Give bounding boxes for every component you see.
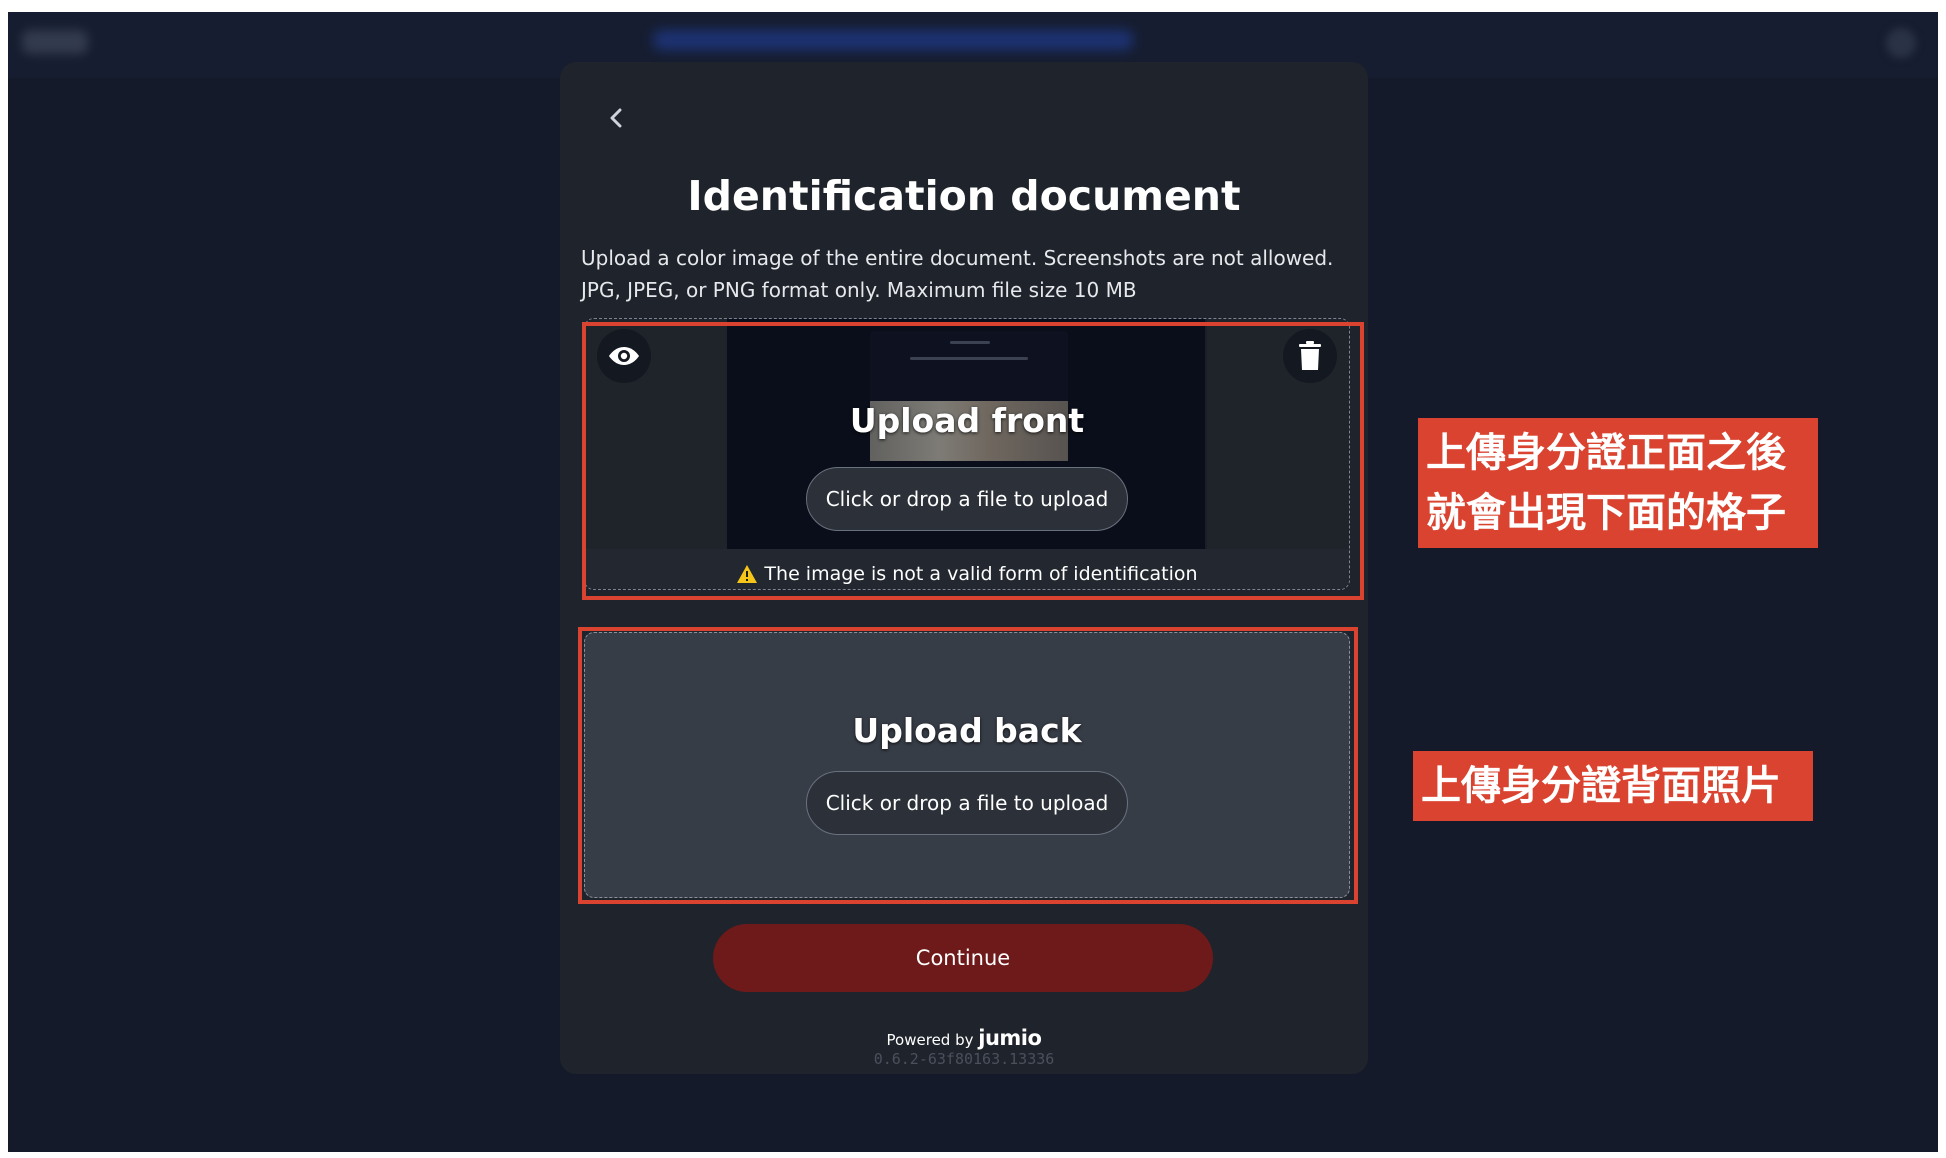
annotation-box-back <box>578 627 1358 904</box>
version-label: 0.6.2-63f80163.13336 <box>873 1050 1055 1068</box>
back-button[interactable] <box>598 100 634 136</box>
callout-front-line-2: 就會出現下面的格子 <box>1426 490 1786 536</box>
annotation-callout-back: 上傳身分證背面照片 <box>1413 751 1813 821</box>
annotation-box-front <box>582 322 1364 600</box>
continue-button[interactable]: Continue <box>713 924 1213 992</box>
blurred-banner <box>653 30 1133 50</box>
blurred-icon <box>1886 28 1916 58</box>
chevron-left-icon <box>610 108 622 128</box>
callout-front-line-1: 上傳身分證正面之後 <box>1426 430 1786 476</box>
blurred-logo <box>22 30 88 54</box>
instructions-line-2: JPG, JPEG, or PNG format only. Maximum f… <box>581 278 1137 302</box>
instructions: Upload a color image of the entire docum… <box>581 242 1341 306</box>
powered-by-label: Powered by <box>886 1031 974 1049</box>
callout-back-text: 上傳身分證背面照片 <box>1421 763 1781 809</box>
jumio-logo: jumio <box>978 1026 1042 1050</box>
instructions-line-1: Upload a color image of the entire docum… <box>581 246 1334 270</box>
annotation-callout-front: 上傳身分證正面之後 就會出現下面的格子 <box>1418 418 1818 548</box>
powered-by: Powered by jumio <box>560 1026 1368 1050</box>
page-title: Identification document <box>687 172 1241 220</box>
